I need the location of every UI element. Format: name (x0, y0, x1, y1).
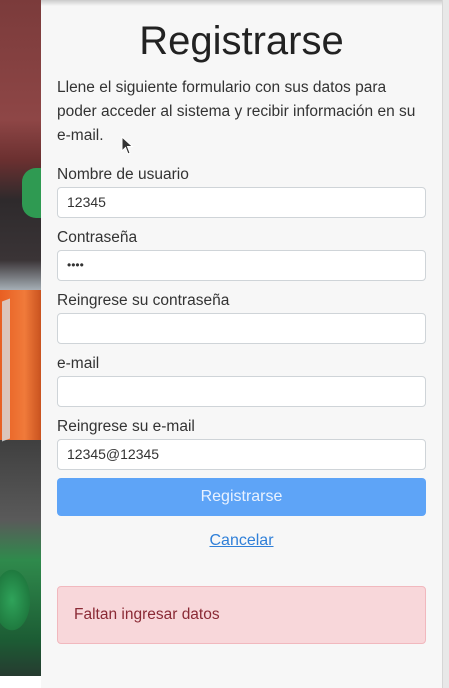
username-field[interactable]: 12345 (57, 187, 426, 218)
email-confirm-field[interactable]: 12345@12345 (57, 439, 426, 470)
form-description: Llene el siguiente formulario con sus da… (57, 79, 416, 144)
page-title: Registrarse (139, 19, 344, 63)
scrollbar-track[interactable] (442, 0, 449, 688)
error-alert: Faltan ingresar datos (57, 586, 426, 644)
background-photo (0, 0, 44, 676)
password-confirm-field[interactable] (57, 313, 426, 344)
mouse-cursor-icon (121, 136, 134, 155)
password-field[interactable]: •••• (57, 250, 426, 281)
password-confirm-label: Reingrese su contraseña (57, 292, 230, 309)
email-confirm-label: Reingrese su e-mail (57, 418, 195, 435)
password-label: Contraseña (57, 229, 138, 246)
email-field[interactable] (57, 376, 426, 407)
cancel-link[interactable]: Cancelar (41, 532, 442, 550)
email-label: e-mail (57, 355, 100, 372)
username-label: Nombre de usuario (57, 166, 189, 183)
card-top-shadow (41, 0, 442, 6)
register-button[interactable]: Registrarse (57, 478, 426, 516)
reflective-stripe-graphic (2, 298, 10, 442)
